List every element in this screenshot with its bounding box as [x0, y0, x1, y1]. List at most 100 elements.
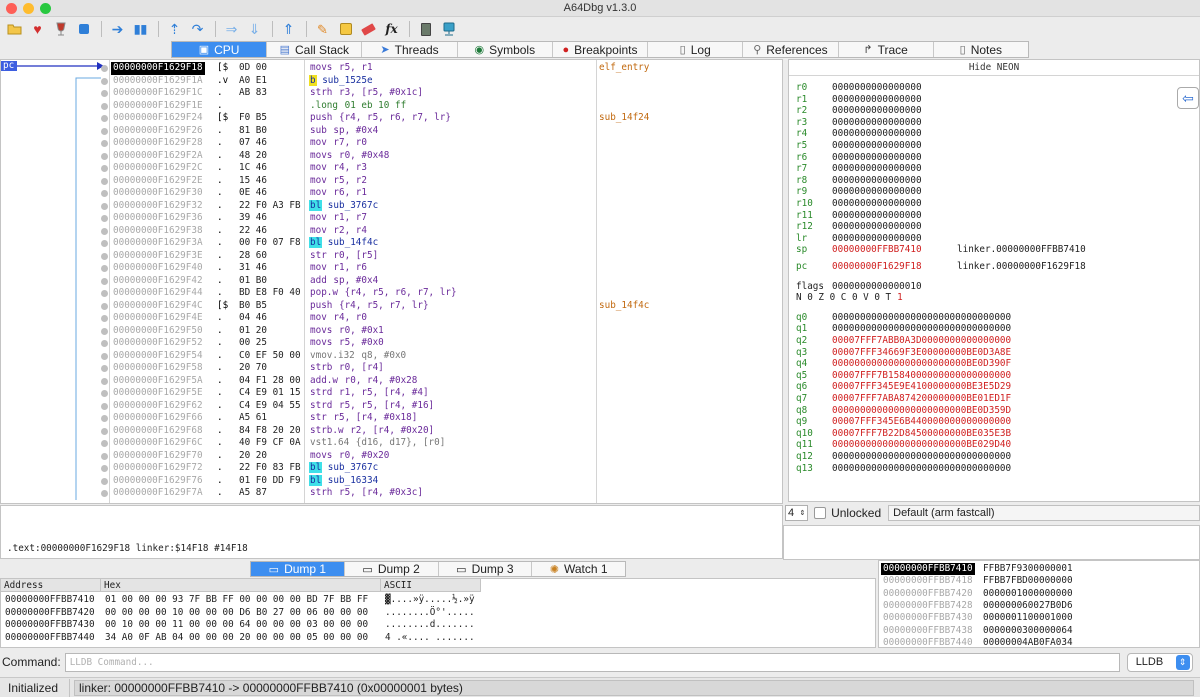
register-value[interactable]: 00007FFF7ABB0A3D0000000000000000 — [832, 335, 1011, 347]
instruction-row[interactable]: 00000000F1629F6C. 40 F9 CF 0A vst1.64 {d16… — [1, 437, 782, 450]
breakpoint-dot[interactable] — [101, 127, 108, 135]
instruction-row[interactable]: 00000000F1629F50. 01 20 movs r0, #0x1 — [1, 325, 782, 338]
stop-icon[interactable] — [73, 20, 94, 38]
argument-count-stepper[interactable]: 4 ⇕ — [785, 505, 809, 521]
dump-ascii[interactable]: 4 .«.... ....... — [385, 632, 475, 645]
stack-row[interactable]: 00000000FFBB7440 00000004AB0FA034 — [879, 637, 1199, 647]
unlocked-checkbox[interactable] — [814, 507, 827, 519]
register-value[interactable]: 0000000000000000 — [832, 140, 922, 152]
breakpoint-dot[interactable] — [101, 327, 108, 335]
breakpoint-dot[interactable] — [101, 465, 108, 472]
instruction-row[interactable]: 00000000F1629F32. 22 F0 A3 FB bl sub_3767c — [1, 199, 782, 213]
fx-icon[interactable]: fx — [381, 20, 402, 38]
instruction-row[interactable]: 00000000F1629F26. 81 B0 sub sp, #0x4 — [1, 125, 782, 138]
instruction-row[interactable]: 00000000F1629F3E. 28 60 str r0, [r5] — [1, 250, 782, 263]
stack-row[interactable]: 00000000FFBB7418 FFBB7FBD00000000 — [879, 575, 1199, 587]
breakpoint-dot[interactable] — [101, 152, 108, 160]
dump-ascii[interactable]: ........Ö°'..... — [385, 607, 475, 620]
tab-breakpoints[interactable]: ● Breakpoints — [553, 42, 649, 57]
continue-icon[interactable]: ↷ — [187, 20, 208, 38]
minimize-window-button[interactable] — [23, 3, 34, 14]
register-value[interactable]: 00007FFF7ABA874200000000BE01ED1F — [832, 393, 1011, 405]
register-value[interactable]: 0000000000000000 — [832, 105, 922, 117]
register-value[interactable]: 00007FFF7B1584000000000000000000 — [832, 370, 1011, 382]
step-into-icon[interactable]: ➔ — [107, 20, 128, 38]
stepper-arrows-icon[interactable]: ⇕ — [800, 509, 806, 517]
dump-row[interactable]: 00000000FFBB7420 00 00 00 00 10 00 00 00 … — [1, 607, 875, 620]
calculator-icon[interactable] — [415, 20, 436, 38]
tab-watch-1[interactable]: ✺ Watch 1 — [532, 562, 625, 576]
tab-dump-3[interactable]: ▭ Dump 3 — [439, 562, 533, 576]
flag-bits-row[interactable]: N 0 Z 0 C 0 V 0 T 1 — [796, 292, 1196, 304]
hex-column-header[interactable]: Hex — [101, 579, 381, 592]
register-row[interactable]: q5 00007FFF7B1584000000000000000000 — [796, 370, 1196, 382]
instruction-row[interactable]: 00000000F1629F2E. 15 46 mov r5, r2 — [1, 175, 782, 188]
current-instruction-row[interactable]: 00000000F1629F18 [$ 0D 00 movs r5, r1 elf_en… — [1, 62, 782, 75]
register-row[interactable]: q10 00007FFF7B22D84500000000BE035E3B — [796, 428, 1196, 440]
thumb-flag-value[interactable]: 1 — [897, 292, 903, 303]
tab-threads[interactable]: ➤ Threads — [362, 42, 458, 57]
instruction-row[interactable]: 00000000F1629F38. 22 46 mov r2, r4 — [1, 225, 782, 238]
breakpoint-dot[interactable] — [101, 427, 108, 435]
register-row[interactable]: r2 0000000000000000 — [796, 105, 1196, 117]
stack-row[interactable]: 00000000FFBB7438 0000000300000064 — [879, 625, 1199, 637]
register-value[interactable]: 00007FFF34669F3E00000000BE0D3A8E — [832, 347, 1011, 359]
instruction-row[interactable]: 00000000F1629F62. C4 E9 04 55 strd r5, r5,… — [1, 400, 782, 413]
tab-trace[interactable]: ↱ Trace — [839, 42, 934, 57]
register-value[interactable]: 0000000000000000 — [832, 210, 922, 222]
register-value[interactable]: 0000000000000000 — [832, 82, 922, 94]
dump-hex-bytes[interactable]: 01 00 00 00 93 7F BB FF 00 00 00 00 BD 7… — [105, 594, 368, 607]
breakpoint-dot[interactable] — [101, 227, 108, 235]
tab-references[interactable]: ⚲ References — [743, 42, 839, 57]
register-value[interactable]: 00000000FFBB7410 — [832, 244, 922, 256]
breakpoint-dot[interactable] — [101, 365, 108, 372]
breakpoint-dot[interactable] — [101, 415, 108, 422]
register-value[interactable]: 0000000000000000 — [832, 221, 922, 233]
breakpoint-dot[interactable] — [101, 202, 108, 210]
breakpoint-dot[interactable] — [101, 402, 108, 410]
breakpoint-dot[interactable] — [101, 240, 108, 247]
zoom-window-button[interactable] — [40, 3, 51, 14]
register-row[interactable]: flags 0000000000000010 — [796, 281, 1196, 293]
hide-neon-button[interactable]: Hide NEON — [789, 60, 1199, 76]
register-row[interactable]: r4 0000000000000000 — [796, 128, 1196, 140]
register-value[interactable]: 0000000000000000 — [832, 152, 922, 164]
instruction-row[interactable]: 00000000F1629F70. 20 20 movs r0, #0x20 — [1, 450, 782, 463]
stack-row-current[interactable]: 00000000FFBB7410 FFBB7F9300000001 — [879, 563, 1199, 576]
instruction-row[interactable]: 00000000F1629F2C. 1C 46 mov r4, r3 — [1, 162, 782, 175]
breakpoint-dot[interactable] — [101, 115, 108, 122]
register-row[interactable]: sp 00000000FFBB7410 linker.00000000FFBB741… — [796, 244, 1196, 256]
breakpoint-dot[interactable] — [101, 440, 108, 447]
breakpoint-dot[interactable] — [101, 390, 108, 397]
instruction-row[interactable]: 00000000F1629F66. A5 61 str r5, [r4, #0x18… — [1, 412, 782, 425]
note-icon[interactable] — [335, 20, 356, 38]
breakpoint-dot[interactable] — [101, 265, 108, 272]
breakpoint-dot[interactable] — [101, 177, 108, 185]
instruction-row[interactable]: 00000000F1629F30. 0E 46 mov r6, r1 — [1, 187, 782, 200]
dump-ascii[interactable]: ........d....... — [385, 619, 475, 632]
address-column-header[interactable]: Address — [1, 579, 101, 592]
register-value[interactable]: 0000000000000000 — [832, 163, 922, 175]
tab-dump-2[interactable]: ▭ Dump 2 — [345, 562, 439, 576]
register-row[interactable]: q6 00007FFF345E9E4100000000BE3E5D29 — [796, 381, 1196, 393]
instruction-row[interactable]: 00000000F1629F4E. 04 46 mov r4, r0 — [1, 312, 782, 325]
register-value[interactable]: 00000000F1629F18 — [832, 261, 922, 273]
dump-row[interactable]: 00000000FFBB7410 01 00 00 00 93 7F BB FF … — [1, 594, 875, 607]
open-folder-icon[interactable] — [4, 20, 25, 38]
instruction-row[interactable]: 00000000F1629F24 [$ F0 B5 push {r4, r5, r6,… — [1, 112, 782, 125]
breakpoint-dot[interactable] — [101, 90, 108, 97]
pencil-icon[interactable]: ✎ — [312, 20, 333, 38]
breakpoint-dot[interactable] — [101, 252, 108, 260]
register-row[interactable]: q7 00007FFF7ABA874200000000BE01ED1F — [796, 393, 1196, 405]
breakpoint-dot[interactable] — [101, 490, 108, 497]
dump-row[interactable]: 00000000FFBB7440 34 A0 0F AB 04 00 00 00 … — [1, 632, 875, 645]
network-icon[interactable] — [438, 20, 459, 38]
wine-glass-icon[interactable] — [50, 20, 71, 38]
chevron-updown-icon[interactable]: ⇕ — [1175, 654, 1190, 670]
eraser-icon[interactable] — [358, 20, 379, 38]
register-value[interactable]: 00007FFF7B22D84500000000BE035E3B — [832, 428, 1011, 440]
instruction-row[interactable]: 00000000F1629F1A .v A0 E1 b sub_1525e — [1, 74, 782, 88]
breakpoint-dot[interactable] — [101, 352, 108, 360]
instruction-row[interactable]: 00000000F1629F76. 01 F0 DD F9 bl sub_16334 — [1, 474, 782, 488]
instruction-row[interactable]: 00000000F1629F4C [$ B0 B5 push {r4, r5, r7,… — [1, 300, 782, 313]
